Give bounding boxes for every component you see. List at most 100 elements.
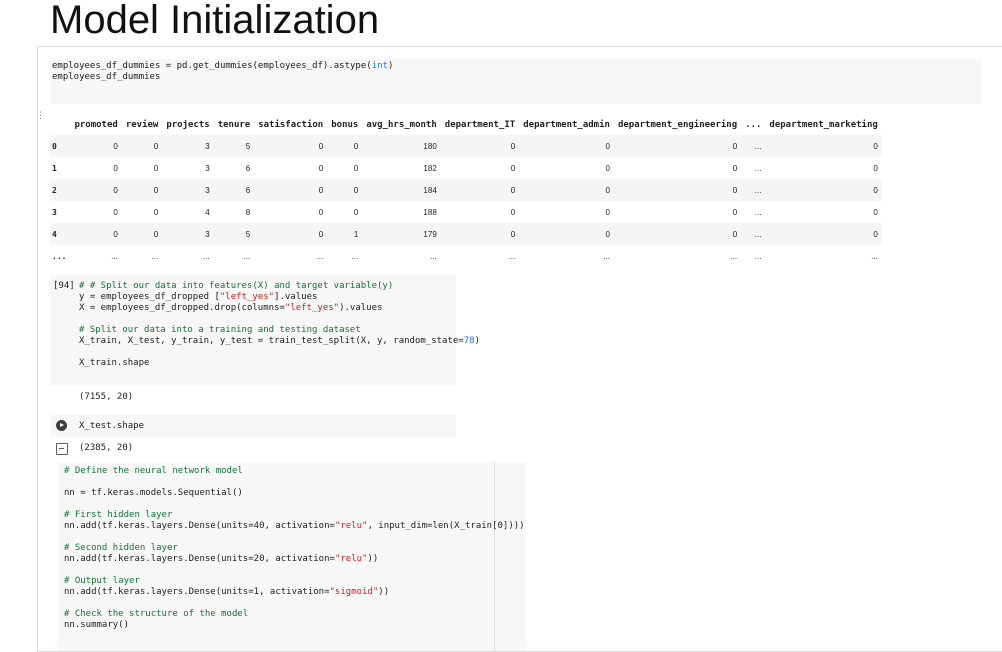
table-cell: 0 (605, 207, 610, 217)
code-cell-get-dummies[interactable]: employees_df_dummies = pd.get_dummies(em… (50, 59, 982, 104)
code-comment: # Define the neural network model (64, 466, 243, 476)
table-row: 4 0 0 3 5 0 1 179 0 0 0... 0 (50, 223, 882, 245)
table-cell: ... (351, 251, 359, 261)
output-marker: ⋮ (38, 111, 45, 121)
table-cell: ... (111, 251, 118, 261)
code-line: X_train, X_test, y_train, y_test = train… (79, 336, 464, 346)
run-cell-button[interactable] (56, 420, 67, 431)
table-cell: 0 (121, 223, 163, 245)
code-line: nn.summary() (64, 620, 130, 630)
code-line: )) (378, 587, 390, 597)
table-cell: ... (871, 251, 878, 261)
row-index: 2 (50, 179, 71, 201)
column-header: review (125, 119, 159, 130)
table-cell: 0 (605, 163, 610, 173)
column-header: tenure (217, 119, 251, 130)
table-cell: 4 (205, 207, 210, 217)
table-cell: ... (754, 207, 762, 217)
table-cell: 0 (519, 135, 614, 157)
code-string: "relu" (334, 554, 368, 564)
code-number: 78 (463, 336, 475, 346)
table-row: 1 0 0 3 6 0 0 182 0 0 0... 0 (50, 157, 882, 179)
table-cell: 0 (873, 207, 878, 217)
code-line: y = employees_df_dropped [ (79, 292, 220, 302)
code-string: "left_yes" (219, 292, 275, 302)
table-cell: 0 (153, 207, 159, 217)
code-line: , input_dim=len(X_train[0]))) (367, 521, 525, 531)
table-cell: 0 (765, 179, 882, 201)
table-cell: 0 (254, 223, 328, 245)
table-cell: 0 (113, 163, 118, 173)
table-cell: 1 (327, 223, 363, 245)
table-cell: ... (741, 223, 766, 245)
table-row: 0 0 0 3 5 0 0 180 0 0 0... 0 (50, 135, 882, 157)
row-index: 1 (52, 163, 57, 173)
code-editor[interactable]: X_test.shape (79, 421, 144, 432)
table-cell: ... (151, 251, 159, 261)
table-cell: 0 (440, 179, 520, 201)
table-cell: 5 (213, 135, 255, 157)
table-cell: 3 (162, 179, 214, 201)
row-index: ... (52, 251, 67, 261)
table-cell: 188 (423, 207, 437, 217)
table-cell: ... (508, 251, 516, 261)
output-toggle-icon[interactable] (56, 443, 68, 455)
table-cell: ... (203, 251, 210, 261)
code-string: "sigmoid" (329, 587, 379, 597)
row-index: 0 (50, 135, 71, 157)
table-cell: 0 (613, 135, 742, 157)
code-editor[interactable]: employees_df_dummies = pd.get_dummies(em… (52, 61, 393, 83)
code-line: employees_df_dummies = pd.get_dummies(em… (52, 61, 372, 71)
table-cell: 6 (213, 179, 255, 201)
code-comment: # Split our data into a training and tes… (79, 325, 361, 335)
code-line: nn = tf.keras.models.Sequential() (64, 488, 243, 498)
table-cell: 0 (113, 207, 118, 217)
table-cell: 0 (70, 135, 122, 157)
table-cell: 0 (519, 223, 614, 245)
table-row: ....................................... (50, 245, 882, 267)
code-comment: # Output layer (64, 576, 140, 586)
code-editor[interactable]: # Define the neural network model nn = t… (64, 466, 525, 631)
code-token-type: int (371, 61, 388, 71)
table-cell: 0 (254, 179, 328, 201)
code-line: X = employees_df_dropped.drop(columns= (79, 303, 285, 313)
table-cell: 0 (318, 207, 324, 217)
cell-output-train-shape: (7155, 20) (79, 392, 134, 402)
code-comment: # # Split our data into features(X) and … (79, 281, 394, 291)
code-cell-model-definition[interactable]: # Define the neural network model nn = t… (58, 462, 526, 651)
table-cell: 179 (362, 223, 441, 245)
table-cell: 0 (510, 207, 516, 217)
column-header: department_engineering (617, 119, 738, 130)
table-cell: ... (243, 251, 251, 261)
execution-count: [94] (53, 281, 75, 291)
table-cell: ... (754, 163, 762, 173)
table-cell: ... (741, 135, 766, 157)
table-cell: ... (730, 251, 738, 261)
table-cell: ... (316, 251, 324, 261)
code-editor[interactable]: # # Split our data into features(X) and … (79, 281, 480, 369)
table-cell: 0 (613, 179, 742, 201)
table-cell: 0 (153, 163, 159, 173)
table-cell: 0 (254, 135, 328, 157)
table-row: 3 0 0 4 8 0 0 188 0 0 0... 0 (50, 201, 882, 223)
table-cell: 8 (245, 207, 251, 217)
code-line: ].values (274, 292, 318, 302)
code-cell-test-shape[interactable]: X_test.shape (50, 415, 456, 437)
dataframe-output-table: promoted review projects tenure satisfaction… (50, 114, 882, 267)
table-cell: 180 (362, 135, 441, 157)
code-string: "relu" (334, 521, 368, 531)
table-cell: ... (603, 251, 610, 261)
table-cell: ... (741, 179, 766, 201)
table-cell: 0 (121, 135, 163, 157)
table-cell: 0 (353, 207, 359, 217)
table-cell: 0 (70, 223, 122, 245)
column-header: department_IT (444, 119, 516, 130)
table-cell: 3 (162, 223, 214, 245)
table-row: 2 0 0 3 6 0 0 184 0 0 0... 0 (50, 179, 882, 201)
table-cell: 0 (353, 163, 359, 173)
code-comment: # First hidden layer (64, 510, 173, 520)
cell-output-test-shape: (2385, 20) (79, 443, 134, 453)
row-index: 4 (50, 223, 71, 245)
code-cell-split-data[interactable]: [94] # # Split our data into features(X)… (50, 275, 480, 386)
code-string: "left_yes" (284, 303, 340, 313)
